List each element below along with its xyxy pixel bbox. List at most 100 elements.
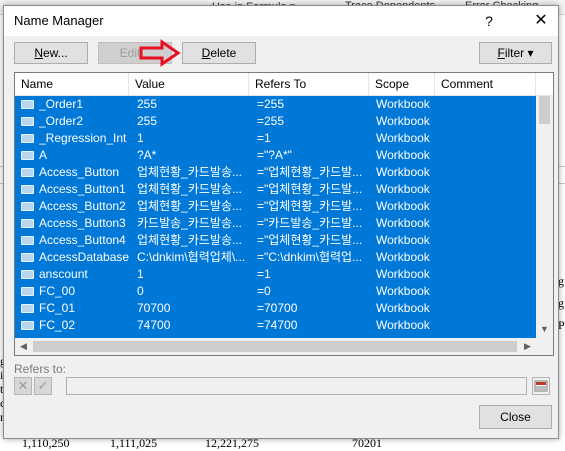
close-button[interactable]: Close bbox=[479, 405, 552, 429]
scope-cell: Workbook bbox=[376, 301, 430, 315]
list-item[interactable]: AccessDatabase C:\dnkim\협력업체\... ="C:\dnki… bbox=[15, 249, 536, 266]
refers-to-cell: ="업체현황_카드발... bbox=[257, 199, 363, 213]
list-item[interactable]: FC_02 74700 =74700 Workbook bbox=[15, 317, 536, 334]
defined-name-icon bbox=[21, 236, 34, 245]
help-icon[interactable]: ? bbox=[478, 11, 500, 31]
refers-to-cell: =74700 bbox=[257, 318, 298, 332]
scroll-down-icon[interactable]: ▼ bbox=[536, 321, 553, 338]
defined-name-icon bbox=[21, 287, 34, 296]
refers-to-cell: =1 bbox=[257, 267, 271, 281]
scroll-thumb[interactable] bbox=[539, 96, 550, 124]
scrollbar-corner bbox=[536, 338, 553, 355]
refers-to-cell: =1 bbox=[257, 131, 271, 145]
list-item[interactable]: anscount 1 =1 Workbook bbox=[15, 266, 536, 283]
column-header-refers-to[interactable]: Refers To bbox=[249, 73, 369, 95]
refers-to-area: ✕ ✓ bbox=[14, 376, 552, 398]
scope-cell: Workbook bbox=[376, 233, 430, 247]
value-cell: 255 bbox=[137, 97, 158, 111]
dialog-title: Name Manager bbox=[14, 13, 104, 28]
cancel-edit-icon[interactable]: ✕ bbox=[14, 377, 32, 395]
refers-to-cell: ="업체현황_카드발... bbox=[257, 182, 363, 196]
value-cell: 1 bbox=[137, 131, 144, 145]
name-cell: Access_Button4 bbox=[39, 233, 126, 247]
name-cell: FC_01 bbox=[39, 301, 76, 315]
scroll-right-icon[interactable]: ▶ bbox=[519, 338, 536, 355]
value-cell: 업체현황_카드발송... bbox=[137, 199, 242, 213]
scope-cell: Workbook bbox=[376, 216, 430, 230]
scope-cell: Workbook bbox=[376, 267, 430, 281]
filter-button[interactable]: Filter ▾ bbox=[479, 42, 552, 64]
name-cell: AccessDatabase bbox=[39, 250, 130, 264]
list-item[interactable]: A ?A* ="?A*" Workbook bbox=[15, 147, 536, 164]
name-cell: FC_02 bbox=[39, 318, 76, 332]
defined-name-icon bbox=[21, 304, 34, 313]
refers-to-cell: =70700 bbox=[257, 301, 298, 315]
column-header-value[interactable]: Value bbox=[129, 73, 249, 95]
name-cell: _Order2 bbox=[39, 114, 84, 128]
value-cell: 0 bbox=[137, 284, 144, 298]
name-cell: Access_Button1 bbox=[39, 182, 126, 196]
defined-name-icon bbox=[21, 270, 34, 279]
column-header-name[interactable]: Name bbox=[15, 73, 129, 95]
column-header-scope[interactable]: Scope bbox=[369, 73, 435, 95]
names-list[interactable]: Name Value Refers To Scope Comment _Orde… bbox=[14, 72, 554, 356]
refers-to-cell: =0 bbox=[257, 284, 271, 298]
list-item[interactable]: Access_Button1 업체현황_카드발송... ="업체현황_카드발... W… bbox=[15, 181, 536, 198]
collapse-dialog-icon[interactable] bbox=[532, 377, 550, 395]
title-bar[interactable]: Name Manager ? ✕ bbox=[4, 6, 558, 36]
value-cell: 업체현황_카드발송... bbox=[137, 165, 242, 179]
name-cell: Access_Button2 bbox=[39, 199, 126, 213]
defined-name-icon bbox=[21, 219, 34, 228]
value-cell: 카드발송_카드발송... bbox=[137, 216, 242, 230]
horizontal-scroll-thumb[interactable] bbox=[33, 341, 517, 352]
scope-cell: Workbook bbox=[376, 250, 430, 264]
name-cell: A bbox=[39, 148, 48, 162]
list-item[interactable]: Access_Button2 업체현황_카드발송... ="업체현황_카드발... W… bbox=[15, 198, 536, 215]
value-cell: 74700 bbox=[137, 318, 171, 332]
name-cell: anscount bbox=[39, 267, 88, 281]
refers-to-cell: ="업체현황_카드발... bbox=[257, 165, 363, 179]
list-item[interactable]: Access_Button4 업체현황_카드발송... ="업체현황_카드발... W… bbox=[15, 232, 536, 249]
new-button[interactable]: New... bbox=[14, 42, 88, 64]
scope-cell: Workbook bbox=[376, 131, 430, 145]
horizontal-scrollbar[interactable]: ◀ ▶ bbox=[15, 338, 536, 355]
defined-name-icon bbox=[21, 117, 34, 126]
refers-to-cell: =255 bbox=[257, 97, 285, 111]
scope-cell: Workbook bbox=[376, 182, 430, 196]
list-item[interactable]: FC_01 70700 =70700 Workbook bbox=[15, 300, 536, 317]
scope-cell: Workbook bbox=[376, 114, 430, 128]
name-manager-dialog: Name Manager ? ✕ New... Edit... Delete F… bbox=[3, 5, 559, 439]
value-cell: 업체현황_카드발송... bbox=[137, 182, 242, 196]
delete-button[interactable]: Delete bbox=[182, 42, 256, 64]
list-item[interactable]: _Order2 255 =255 Workbook bbox=[15, 113, 536, 130]
defined-name-icon bbox=[21, 253, 34, 262]
value-cell: 70700 bbox=[137, 301, 171, 315]
list-header: Name Value Refers To Scope Comment bbox=[15, 73, 553, 96]
confirm-edit-icon[interactable]: ✓ bbox=[34, 377, 52, 395]
refers-to-cell: ="C:\dnkim\협력업... bbox=[257, 250, 363, 264]
scroll-left-icon[interactable]: ◀ bbox=[15, 338, 32, 355]
refers-to-cell: ="?A*" bbox=[257, 148, 292, 162]
list-item[interactable]: _Regression_Int 1 =1 Workbook bbox=[15, 130, 536, 147]
value-cell: ?A* bbox=[137, 148, 157, 162]
defined-name-icon bbox=[21, 202, 34, 211]
refers-to-label: Refers to: bbox=[14, 362, 67, 376]
scope-cell: Workbook bbox=[376, 284, 430, 298]
list-item[interactable]: FC_00 0 =0 Workbook bbox=[15, 283, 536, 300]
close-icon[interactable]: ✕ bbox=[530, 11, 552, 31]
name-cell: Access_Button bbox=[39, 165, 120, 179]
vertical-scrollbar[interactable]: ▼ bbox=[536, 96, 553, 338]
column-header-comment[interactable]: Comment bbox=[435, 73, 536, 95]
refers-to-input[interactable] bbox=[66, 377, 527, 395]
list-item[interactable]: _Order1 255 =255 Workbook bbox=[15, 96, 536, 113]
scope-cell: Workbook bbox=[376, 199, 430, 213]
list-item[interactable]: Access_Button 업체현황_카드발송... ="업체현황_카드발... Wo… bbox=[15, 164, 536, 181]
value-cell: 1 bbox=[137, 267, 144, 281]
list-item[interactable]: Access_Button3 카드발송_카드발송... ="카드발송_카드발... W… bbox=[15, 215, 536, 232]
name-cell: Access_Button3 bbox=[39, 216, 126, 230]
defined-name-icon bbox=[21, 185, 34, 194]
defined-name-icon bbox=[21, 151, 34, 160]
scope-cell: Workbook bbox=[376, 318, 430, 332]
value-cell: 업체현황_카드발송... bbox=[137, 233, 242, 247]
refers-to-cell: ="업체현황_카드발... bbox=[257, 233, 363, 247]
